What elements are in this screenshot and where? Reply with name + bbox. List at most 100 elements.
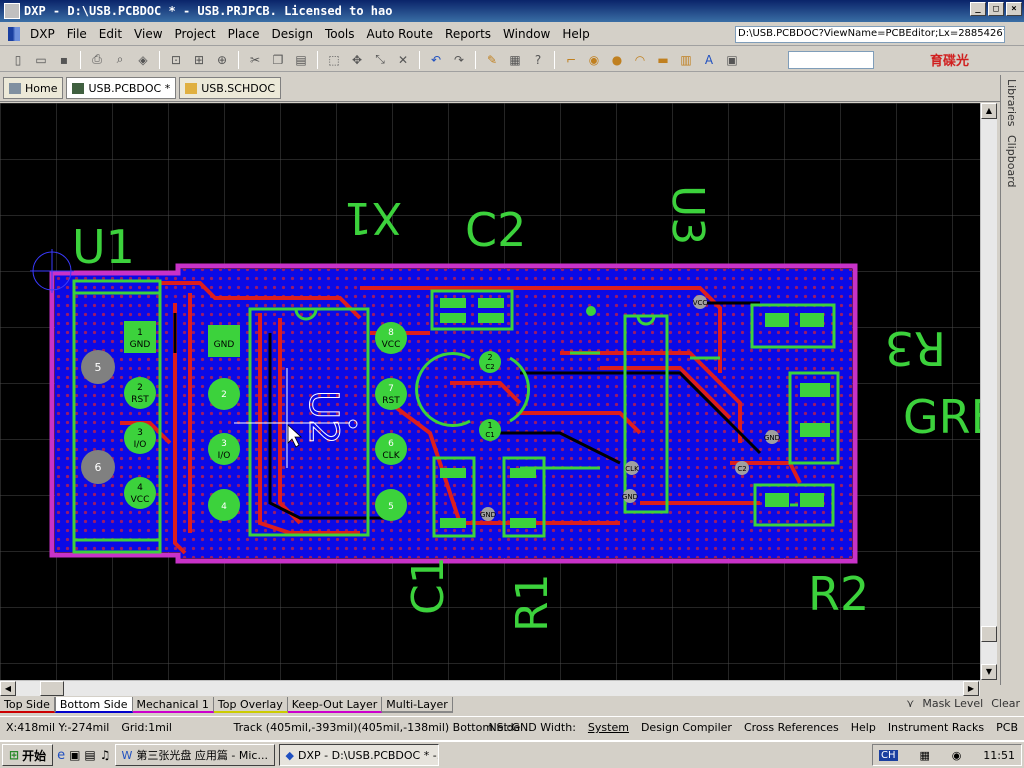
minimize-button[interactable]: _: [970, 2, 986, 16]
menu-place[interactable]: Place: [222, 27, 266, 41]
place-polygon-icon[interactable]: ▥: [676, 51, 696, 69]
panel-design-compiler[interactable]: Design Compiler: [635, 721, 738, 734]
designator-u1: U1: [72, 220, 135, 274]
new-icon[interactable]: ▯: [8, 51, 28, 69]
menu-view[interactable]: View: [128, 27, 168, 41]
ime-indicator[interactable]: CH: [879, 749, 898, 761]
tab-usb-schdoc[interactable]: USB.SCHDOC: [179, 77, 282, 99]
menu-design[interactable]: Design: [266, 27, 319, 41]
cut-icon[interactable]: ✂: [245, 51, 265, 69]
menu-project[interactable]: Project: [169, 27, 222, 41]
app-icon[interactable]: [4, 3, 20, 19]
scroll-down-icon[interactable]: ▼: [981, 664, 997, 680]
deselect-icon[interactable]: ⤡: [370, 51, 390, 69]
panel-help[interactable]: Help: [845, 721, 882, 734]
quicklaunch-media-icon[interactable]: ♫: [100, 748, 111, 762]
task-dxp[interactable]: ◆ DXP - D:\USB.PCBDOC * -...: [278, 744, 439, 766]
dxp-logo-icon[interactable]: [8, 26, 20, 41]
menu-dxp[interactable]: DXP: [24, 27, 61, 41]
scroll-thumb[interactable]: [981, 626, 997, 642]
start-button[interactable]: ⊞ 开始: [2, 744, 54, 766]
paste-icon[interactable]: ▤: [291, 51, 311, 69]
quicklaunch-ie-icon[interactable]: e: [57, 748, 65, 763]
system-tray: CH ▦ ◉ 11:51: [872, 744, 1022, 766]
clipboard-panel-tab[interactable]: Clipboard: [1005, 135, 1018, 188]
pcb-drawing[interactable]: 1 GND 2 RST 3 I/O 4 VCC 5 6 GND 2 3 I/O: [0, 103, 980, 680]
menu-auto-route[interactable]: Auto Route: [361, 27, 440, 41]
tray-network-icon[interactable]: ▦: [919, 749, 929, 762]
svg-text:6: 6: [95, 461, 102, 474]
panel-instrument-racks[interactable]: Instrument Racks: [882, 721, 990, 734]
pcb-canvas[interactable]: 1 GND 2 RST 3 I/O 4 VCC 5 6 GND 2 3 I/O: [0, 103, 980, 680]
help-icon[interactable]: ?: [528, 51, 548, 69]
panel-pcb[interactable]: PCB: [990, 721, 1024, 734]
place-via-icon[interactable]: ●: [607, 51, 627, 69]
svg-text:5: 5: [388, 502, 394, 512]
move-icon[interactable]: ✥: [347, 51, 367, 69]
layer-tab-bottom-side[interactable]: Bottom Side: [54, 697, 133, 713]
mask-level-button[interactable]: Mask Level: [922, 697, 983, 710]
zoom-select-icon[interactable]: ⊕: [212, 51, 232, 69]
menu-edit[interactable]: Edit: [93, 27, 128, 41]
maximize-button[interactable]: □: [988, 2, 1004, 16]
status-bar: X:418mil Y:-274mil Grid:1mil Track (405m…: [0, 716, 1024, 738]
filter-icon[interactable]: ⋎: [906, 697, 914, 710]
tab-usb-pcbdoc[interactable]: USB.PCBDOC *: [66, 77, 177, 99]
svg-text:2: 2: [487, 353, 492, 362]
copy-icon[interactable]: ❐: [268, 51, 288, 69]
browse-icon[interactable]: ▦: [505, 51, 525, 69]
zoom-fit-icon[interactable]: ⊡: [166, 51, 186, 69]
toolbar-separator: [419, 50, 420, 69]
horizontal-scrollbar[interactable]: ◀ ▶: [0, 680, 980, 696]
tray-volume-icon[interactable]: ◉: [952, 749, 962, 762]
place-fill-icon[interactable]: ▬: [653, 51, 673, 69]
panel-system[interactable]: System: [582, 721, 635, 734]
layer-tab-top-overlay[interactable]: Top Overlay: [213, 697, 288, 713]
layer-tab-mechanical-1[interactable]: Mechanical 1: [132, 697, 214, 713]
layers-icon[interactable]: ◈: [133, 51, 153, 69]
clear-icon[interactable]: ✕: [393, 51, 413, 69]
toolbar-separator: [80, 50, 81, 69]
layer-tab-multi-layer[interactable]: Multi-Layer: [382, 697, 453, 713]
cross-probe-icon[interactable]: ✎: [482, 51, 502, 69]
libraries-panel-tab[interactable]: Libraries: [1005, 79, 1018, 127]
task-word-document[interactable]: W 第三张光盘 应用篇 - Mic...: [114, 744, 275, 766]
place-pad-icon[interactable]: ◉: [584, 51, 604, 69]
quicklaunch-desktop-icon[interactable]: ▣: [69, 748, 80, 762]
print-icon[interactable]: ⎙: [87, 51, 107, 69]
menu-reports[interactable]: Reports: [439, 27, 497, 41]
select-icon[interactable]: ⬚: [324, 51, 344, 69]
address-field[interactable]: D:\USB.PCBDOC?ViewName=PCBEditor;Lx=2885…: [735, 26, 1005, 43]
menu-help[interactable]: Help: [556, 27, 595, 41]
hscroll-thumb[interactable]: [40, 681, 64, 696]
place-string-icon[interactable]: A: [699, 51, 719, 69]
place-component-icon[interactable]: ▣: [722, 51, 742, 69]
open-icon[interactable]: ▭: [31, 51, 51, 69]
save-icon[interactable]: ▪: [54, 51, 74, 69]
redo-icon[interactable]: ↷: [449, 51, 469, 69]
close-button[interactable]: ×: [1006, 2, 1022, 16]
svg-text:7: 7: [388, 384, 394, 394]
vertical-scrollbar[interactable]: ▲ ▼: [980, 103, 997, 680]
layer-tab-keep-out[interactable]: Keep-Out Layer: [287, 697, 383, 713]
menu-window[interactable]: Window: [497, 27, 556, 41]
scroll-left-icon[interactable]: ◀: [0, 681, 16, 696]
print-preview-icon[interactable]: ⌕: [110, 51, 130, 69]
panel-cross-references[interactable]: Cross References: [738, 721, 845, 734]
zoom-area-icon[interactable]: ⊞: [189, 51, 209, 69]
svg-text:3: 3: [137, 428, 143, 438]
menu-tools[interactable]: Tools: [319, 27, 361, 41]
undo-icon[interactable]: ↶: [426, 51, 446, 69]
interactive-route-icon[interactable]: ⌐: [561, 51, 581, 69]
scroll-up-icon[interactable]: ▲: [981, 103, 997, 119]
tab-home[interactable]: Home: [3, 77, 64, 99]
filter-combo[interactable]: [788, 51, 874, 69]
scroll-right-icon[interactable]: ▶: [963, 681, 979, 696]
place-arc-icon[interactable]: ◠: [630, 51, 650, 69]
clear-button[interactable]: Clear: [991, 697, 1020, 710]
quicklaunch-folder-icon[interactable]: ▤: [84, 748, 95, 762]
layer-tab-top-side[interactable]: Top Side: [0, 697, 55, 713]
svg-text:2: 2: [137, 383, 143, 393]
menu-file[interactable]: File: [61, 27, 93, 41]
word-icon: W: [121, 748, 133, 762]
